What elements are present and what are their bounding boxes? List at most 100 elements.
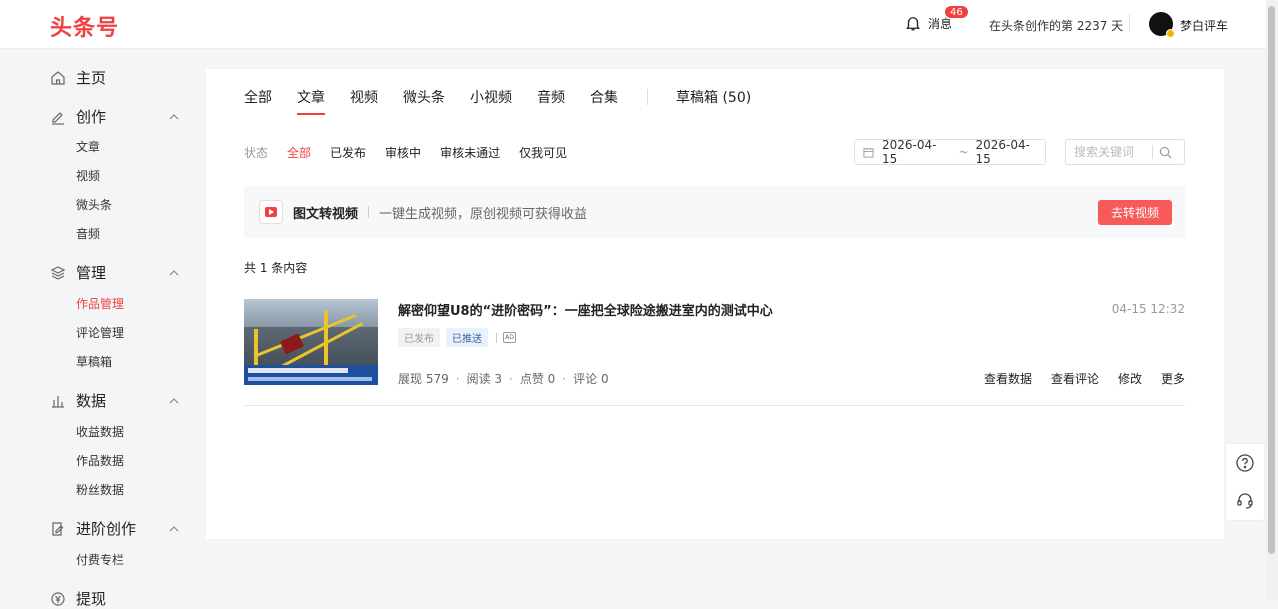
content-type-tabs: 全部 文章 视频 微头条 小视频 音频 合集 草稿箱 (50) bbox=[244, 87, 776, 115]
article-tags: 已发布 已推送 AD bbox=[398, 328, 516, 347]
bell-icon bbox=[906, 17, 920, 31]
sidebar-group-manage[interactable]: 管理 bbox=[50, 262, 180, 283]
bar-chart-icon bbox=[52, 395, 64, 408]
view-data-button[interactable]: 查看数据 bbox=[984, 370, 1032, 387]
sidebar-item-home[interactable]: 主页 bbox=[50, 67, 180, 88]
top-header: 头条号 消息 46 在头条创作的第 2237 天 梦白评车 bbox=[0, 0, 1266, 49]
sidebar-item-article[interactable]: 文章 bbox=[76, 138, 100, 155]
article-title[interactable]: 解密仰望U8的“进阶密码”：一座把全球险途搬进室内的测试中心 bbox=[398, 300, 773, 319]
tab-collection[interactable]: 合集 bbox=[590, 87, 618, 115]
sidebar-group-label: 创作 bbox=[76, 108, 107, 126]
promo-divider bbox=[368, 206, 370, 218]
total-count: 共 1 条内容 bbox=[244, 261, 308, 275]
avatar[interactable] bbox=[1149, 12, 1175, 38]
sidebar-item-revenue-data[interactable]: 收益数据 bbox=[76, 423, 124, 440]
messages-button[interactable]: 消息 46 bbox=[904, 5, 969, 32]
promo-banner: 图文转视频 一键生成视频，原创视频可获得收益 去转视频 bbox=[244, 186, 1185, 238]
tab-drafts[interactable]: 草稿箱 (50) bbox=[676, 87, 751, 115]
sidebar-item-audio[interactable]: 音频 bbox=[76, 225, 100, 242]
ad-icon: AD bbox=[503, 332, 516, 343]
sidebar-item-works-management[interactable]: 作品管理 bbox=[76, 295, 124, 312]
tab-video[interactable]: 视频 bbox=[350, 87, 378, 115]
filter-published[interactable]: 已发布 bbox=[330, 144, 366, 161]
layers-icon bbox=[50, 265, 66, 280]
sidebar-item-label: 主页 bbox=[76, 69, 107, 87]
article-stats: 展现 579 · 阅读 3 · 点赞 0 · 评论 0 bbox=[398, 371, 609, 387]
sidebar-group-label: 管理 bbox=[76, 264, 107, 282]
stat-reads: 阅读 3 bbox=[466, 372, 503, 386]
sidebar-item-comment-management[interactable]: 评论管理 bbox=[76, 324, 124, 341]
sidebar-item-paid-column[interactable]: 付费专栏 bbox=[76, 551, 124, 568]
help-icon[interactable] bbox=[1235, 453, 1255, 473]
chevron-up-icon bbox=[169, 397, 179, 403]
more-button[interactable]: 更多 bbox=[1161, 370, 1185, 387]
tab-all[interactable]: 全部 bbox=[244, 87, 272, 115]
floating-help-panel bbox=[1225, 443, 1265, 521]
date-start: 2026-04-15 bbox=[881, 138, 937, 166]
tab-audio[interactable]: 音频 bbox=[537, 87, 565, 115]
search-input[interactable] bbox=[1074, 145, 1152, 159]
creation-days: 在头条创作的第 2237 天 bbox=[989, 19, 1124, 33]
verified-badge-icon bbox=[1166, 29, 1175, 38]
status-filters: 状态 全部 已发布 审核中 审核未通过 仅我可见 bbox=[244, 144, 586, 161]
tab-short-video[interactable]: 小视频 bbox=[470, 87, 512, 115]
sidebar-item-video[interactable]: 视频 bbox=[76, 167, 100, 184]
search-icon[interactable] bbox=[1159, 146, 1172, 159]
status-badge-published: 已发布 bbox=[398, 328, 440, 347]
filter-rejected[interactable]: 审核未通过 bbox=[440, 144, 500, 161]
edit-doc-icon bbox=[52, 521, 64, 536]
tab-divider bbox=[647, 89, 648, 105]
sidebar-item-fans-data[interactable]: 粉丝数据 bbox=[76, 481, 124, 498]
publish-time: 04-15 12:32 bbox=[1111, 302, 1185, 316]
chevron-up-icon bbox=[169, 113, 179, 119]
username[interactable]: 梦白评车 bbox=[1180, 17, 1228, 34]
header-divider bbox=[1129, 14, 1130, 32]
search-divider bbox=[1152, 145, 1153, 159]
date-range-picker[interactable]: 2026-04-15 ~ 2026-04-15 bbox=[854, 138, 1046, 166]
promo-title: 图文转视频 bbox=[293, 206, 359, 222]
list-item: 解密仰望U8的“进阶密码”：一座把全球险途搬进室内的测试中心 04-15 12:… bbox=[244, 299, 1185, 406]
video-convert-icon bbox=[259, 200, 283, 224]
pen-icon bbox=[52, 111, 64, 125]
view-comments-button[interactable]: 查看评论 bbox=[1051, 370, 1099, 387]
search-box bbox=[1065, 139, 1185, 165]
sidebar: 主页 创作 文章 视频 微头条 音频 管理 作品管理 评论管理 草稿箱 数据 收… bbox=[0, 50, 205, 608]
yen-icon bbox=[51, 591, 65, 606]
status-label: 状态 bbox=[244, 146, 269, 160]
tag-divider bbox=[496, 332, 497, 343]
sidebar-item-micro-post[interactable]: 微头条 bbox=[76, 196, 112, 213]
main-content: 全部 文章 视频 微头条 小视频 音频 合集 草稿箱 (50) 状态 全部 已发… bbox=[206, 69, 1224, 539]
sidebar-group-label: 数据 bbox=[76, 392, 107, 410]
stat-likes: 点赞 0 bbox=[519, 372, 556, 386]
tab-article[interactable]: 文章 bbox=[297, 87, 325, 115]
stat-views: 展现 579 bbox=[398, 372, 449, 386]
filter-in-review[interactable]: 审核中 bbox=[385, 144, 421, 161]
scrollbar-thumb[interactable] bbox=[1268, 6, 1275, 554]
sidebar-group-create[interactable]: 创作 bbox=[50, 106, 180, 127]
logo[interactable]: 头条号 bbox=[50, 10, 119, 42]
date-end: 2026-04-15 bbox=[975, 138, 1030, 166]
page-scrollbar[interactable] bbox=[1266, 0, 1278, 601]
article-actions: 查看数据 查看评论 修改 更多 bbox=[965, 370, 1185, 387]
calendar-icon bbox=[863, 147, 874, 158]
convert-video-button[interactable]: 去转视频 bbox=[1097, 200, 1172, 225]
sidebar-item-works-data[interactable]: 作品数据 bbox=[76, 452, 124, 469]
sidebar-group-advanced[interactable]: 进阶创作 bbox=[50, 518, 180, 539]
edit-button[interactable]: 修改 bbox=[1118, 370, 1142, 387]
status-badge-pushed: 已推送 bbox=[446, 328, 488, 347]
sidebar-item-drafts[interactable]: 草稿箱 bbox=[76, 353, 112, 370]
sidebar-group-data[interactable]: 数据 bbox=[50, 390, 180, 411]
sidebar-item-withdraw[interactable]: 提现 bbox=[50, 588, 180, 609]
chevron-up-icon bbox=[169, 269, 179, 275]
filter-private[interactable]: 仅我可见 bbox=[519, 144, 567, 161]
sidebar-item-label: 提现 bbox=[76, 590, 107, 608]
chevron-up-icon bbox=[169, 525, 179, 531]
sidebar-group-label: 进阶创作 bbox=[76, 520, 137, 538]
filter-all[interactable]: 全部 bbox=[287, 144, 311, 161]
home-icon bbox=[51, 70, 65, 85]
customer-service-icon[interactable] bbox=[1235, 491, 1255, 511]
tab-micro-post[interactable]: 微头条 bbox=[403, 87, 445, 115]
date-separator: ~ bbox=[958, 145, 969, 159]
article-thumbnail[interactable] bbox=[244, 299, 378, 385]
stat-comments: 评论 0 bbox=[573, 372, 609, 386]
